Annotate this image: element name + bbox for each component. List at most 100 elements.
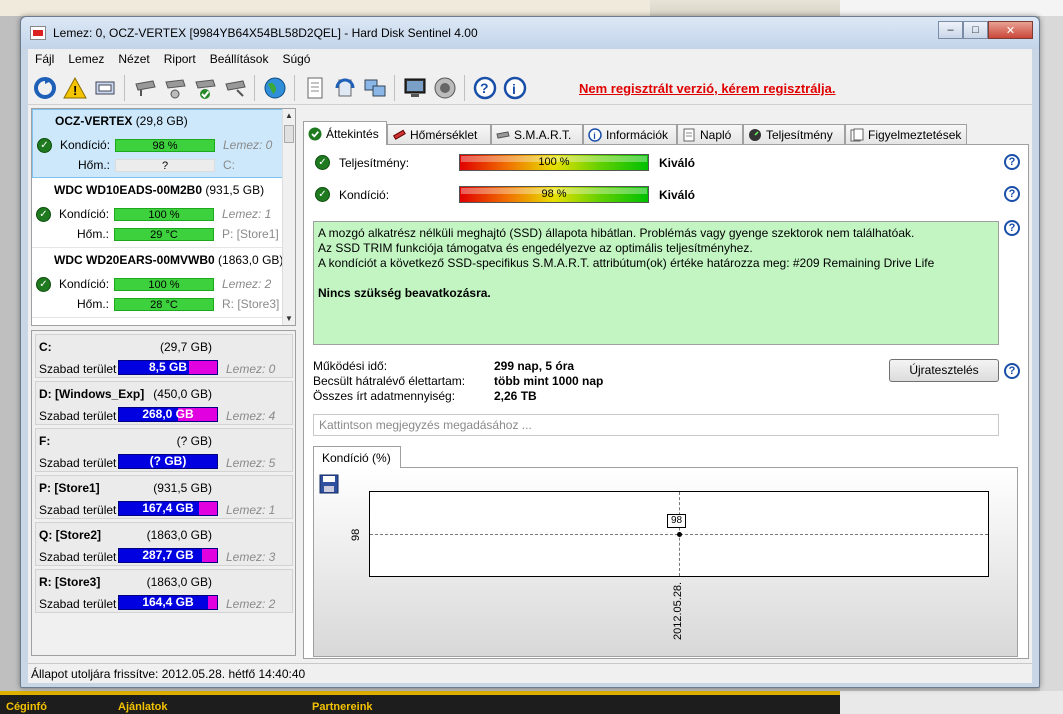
volume-label: D: [Windows_Exp] [39,387,145,401]
condition-label: Kondíció: [59,277,110,291]
disk-name: WDC WD20EARS-00MVWB0 (1863,0 GB) [54,253,284,267]
volume-disk-number: Lemez: 4 [226,409,276,423]
condition-bar: 100 % [114,208,214,221]
condition-label: Kondíció: [339,188,390,202]
footer-link-ajanlatok[interactable]: Ajánlatok [118,701,168,713]
info-toolbar-icon[interactable]: i [502,75,528,101]
hdd-ok-icon[interactable] [192,75,218,101]
scroll-up-icon[interactable]: ▲ [285,111,293,120]
volume-item[interactable]: C: (29,7 GB) Szabad terület 8,5 GB Lemez… [35,334,293,378]
volume-size: (? GB) [176,434,212,448]
tab-figyelmeztetesek[interactable]: Figyelmeztetések [845,124,967,144]
volume-disk-number: Lemez: 3 [226,550,276,564]
globe-icon[interactable] [262,75,288,101]
ok-check-icon: ✓ [36,207,51,222]
app-window: Lemez: 0, OCZ-VERTEX [9984YB64X54BL58D2Q… [20,16,1040,688]
svg-text:i: i [593,131,596,141]
help-icon[interactable]: ? [1004,363,1020,379]
free-space-label: Szabad terület [39,550,117,564]
drive-letter: P: [Store1] [222,227,279,241]
tab-informaciok[interactable]: i Információk [583,124,677,144]
help-icon[interactable]: ? [1004,186,1020,202]
tab-teljesitmeny[interactable]: Teljesítmény [743,124,845,144]
volume-item[interactable]: P: [Store1] (931,5 GB) Szabad terület 16… [35,475,293,519]
minimize-button[interactable]: – [938,21,963,39]
hdd-gray-icon[interactable] [132,75,158,101]
menu-sugo[interactable]: Súgó [275,52,317,66]
monitor-icon[interactable] [402,75,428,101]
ok-check-icon: ✓ [36,277,51,292]
volume-item[interactable]: D: [Windows_Exp] (450,0 GB) Szabad terül… [35,381,293,425]
disk-item[interactable]: WDC WD20EARS-00MVWB0 (1863,0 GB) ✓ Kondí… [32,249,284,318]
hdd-tools-icon[interactable] [222,75,248,101]
registration-warning-link[interactable]: Nem regisztrált verzió, kérem regisztrál… [579,81,836,96]
scroll-down-icon[interactable]: ▼ [285,314,293,323]
condition-label: Kondíció: [60,138,111,152]
tab-kondicio-chart[interactable]: Kondíció (%) [313,446,401,468]
disk-item[interactable]: OCZ-VERTEX (29,8 GB) ✓ Kondíció: 98 % Le… [32,109,284,178]
footer-link-ceginfo[interactable]: Céginfó [6,701,47,713]
title-bar[interactable]: Lemez: 0, OCZ-VERTEX [9984YB64X54BL58D2Q… [21,17,1039,49]
free-space-label: Szabad terület [39,456,117,470]
volume-item[interactable]: F: (? GB) Szabad terület (? GB) Lemez: 5 [35,428,293,472]
tab-homerseklet[interactable]: Hőmérséklet [387,124,491,144]
scroll-thumb[interactable] [284,125,294,143]
status-line: A mozgó alkatrész nélküli meghajtó (SSD)… [318,226,915,240]
menu-riport[interactable]: Riport [157,52,203,66]
free-space-bar: 164,4 GB [118,595,218,610]
disk-info-icon[interactable] [92,75,118,101]
close-button[interactable]: ✕ [988,21,1033,39]
alerts-icon [850,128,864,142]
maximize-button[interactable]: □ [963,21,988,39]
retest-button[interactable]: Újratesztelés [889,359,999,382]
menu-fajl[interactable]: Fájl [28,52,61,66]
footer-link-partnereink[interactable]: Partnereink [312,701,373,713]
temperature-bar: 29 °C [114,228,214,241]
temperature-label: Hőm.: [77,227,110,241]
volume-size: (931,5 GB) [153,481,212,495]
desktop-background-corner [840,691,1063,714]
temperature-label: Hőm.: [78,158,111,172]
note-input[interactable]: Kattintson megjegyzés megadásához ... [313,414,999,436]
free-space-label: Szabad terület [39,362,117,376]
sync-icon[interactable] [332,75,358,101]
help-toolbar-icon[interactable]: ? [472,75,498,101]
tab-naplo[interactable]: Napló [677,124,743,144]
status-line: A kondíciót a következő SSD-specifikus S… [318,256,935,270]
tab-attekintes[interactable]: Áttekintés [303,121,387,145]
free-space-label: Szabad terület [39,409,117,423]
volume-size: (29,7 GB) [159,340,212,354]
svg-text:?: ? [480,80,489,96]
warning-icon[interactable]: ! [62,75,88,101]
data-point [677,532,682,537]
app-icon[interactable] [30,26,46,40]
tab-smart[interactable]: S.M.A.R.T. [491,124,583,144]
report-icon[interactable] [302,75,328,101]
disk-item[interactable]: WDC WD10EADS-00M2B0 (931,5 GB) ✓ Kondíci… [32,179,284,248]
disk-list-scrollbar[interactable]: ▲ ▼ [282,109,295,325]
volume-item[interactable]: Q: [Store2] (1863,0 GB) Szabad terület 2… [35,522,293,566]
speaker-icon[interactable] [432,75,458,101]
volume-disk-number: Lemez: 0 [226,362,276,376]
performance-rating: Kiváló [659,156,696,170]
help-icon[interactable]: ? [1004,220,1020,236]
free-space-bar: (? GB) [118,454,218,469]
performance-label: Teljesítmény: [339,156,410,170]
save-chart-icon[interactable] [319,474,339,494]
hdd-test-icon[interactable] [162,75,188,101]
volume-label: R: [Store3] [39,575,101,589]
help-icon[interactable]: ? [1004,154,1020,170]
menu-nezet[interactable]: Nézet [111,52,156,66]
menu-beallitasok[interactable]: Beállítások [203,52,276,66]
menu-lemez[interactable]: Lemez [61,52,111,66]
volume-label: F: [39,434,51,448]
condition-bar: 100 % [114,278,214,291]
volume-item[interactable]: R: [Store3] (1863,0 GB) Szabad terület 1… [35,569,293,613]
network-icon[interactable] [362,75,388,101]
y-tick-label: 98 [350,528,362,541]
menu-bar: Fájl Lemez Nézet Riport Beállítások Súgó [28,49,1032,69]
status-bar: Állapot utoljára frissítve: 2012.05.28. … [28,663,1032,683]
free-space-bar: 287,7 GB [118,548,218,563]
disk-name: OCZ-VERTEX (29,8 GB) [55,114,188,128]
refresh-icon[interactable] [32,75,58,101]
